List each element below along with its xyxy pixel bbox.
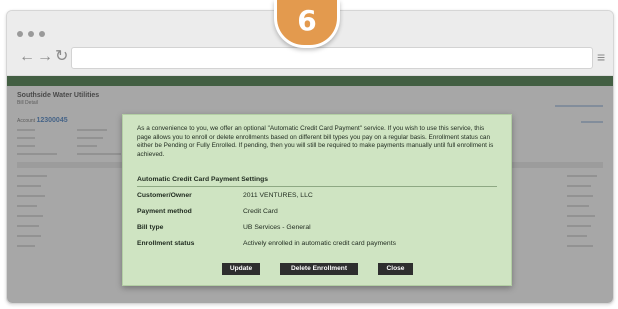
enrollment-status-label: Enrollment status xyxy=(137,240,195,247)
settings-section-title: Automatic Credit Card Payment Settings xyxy=(137,176,269,183)
close-button[interactable]: Close xyxy=(378,263,413,275)
bill-type-value: UB Services - General xyxy=(243,224,311,231)
update-button[interactable]: Update xyxy=(222,263,260,275)
enrollment-status-value: Actively enrolled in automatic credit ca… xyxy=(243,240,396,247)
settings-row-bill-type: Bill type UB Services - General xyxy=(137,223,497,233)
bill-type-label: Bill type xyxy=(137,224,164,231)
dialog-intro-text: As a convenience to you, we offer an opt… xyxy=(137,125,494,158)
menu-icon[interactable]: ≡ xyxy=(597,50,605,64)
window-minimize-dot[interactable] xyxy=(28,31,34,37)
reload-icon[interactable]: ↻ xyxy=(55,49,68,65)
window-maximize-dot[interactable] xyxy=(39,31,45,37)
payment-method-label: Payment method xyxy=(137,208,192,215)
auto-pay-dialog: As a convenience to you, we offer an opt… xyxy=(122,114,512,286)
payment-method-value: Credit Card xyxy=(243,208,278,215)
settings-row-payment-method: Payment method Credit Card xyxy=(137,207,497,217)
settings-row-customer: Customer/Owner 2011 VENTURES, LLC xyxy=(137,191,497,201)
delete-enrollment-button[interactable]: Delete Enrollment xyxy=(280,263,358,275)
forward-arrow-icon[interactable]: → xyxy=(37,49,53,65)
customer-owner-label: Customer/Owner xyxy=(137,192,192,199)
address-bar[interactable] xyxy=(71,47,593,69)
window-close-dot[interactable] xyxy=(17,31,23,37)
back-arrow-icon[interactable]: ← xyxy=(19,49,35,65)
customer-owner-value: 2011 VENTURES, LLC xyxy=(243,192,313,199)
section-divider xyxy=(137,186,497,187)
settings-row-enrollment-status: Enrollment status Actively enrolled in a… xyxy=(137,239,497,249)
